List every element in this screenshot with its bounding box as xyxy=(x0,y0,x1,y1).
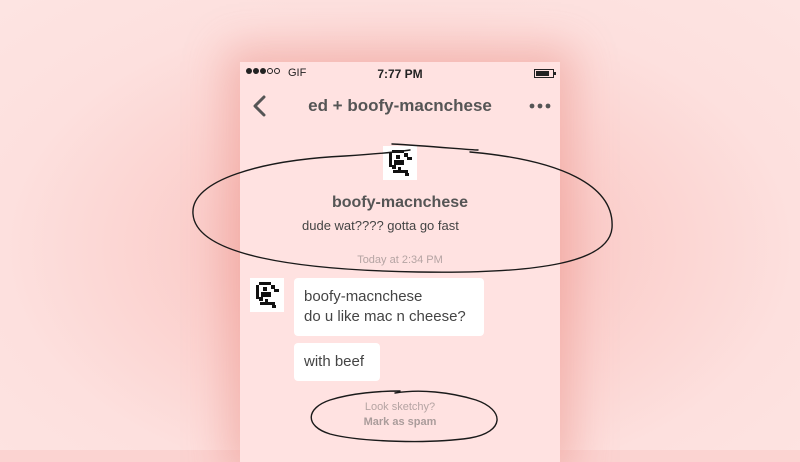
spam-prompt: Look sketchy? Mark as spam xyxy=(240,401,560,428)
message-sender: boofy-macnchese xyxy=(304,288,423,305)
mark-as-spam-link[interactable]: Mark as spam xyxy=(364,416,437,428)
profile-bio: dude wat???? gotta go fast xyxy=(302,218,459,233)
back-button[interactable] xyxy=(248,92,274,120)
pixel-duck-avatar-icon xyxy=(256,282,279,308)
message-text: with beef xyxy=(304,353,365,370)
phone-screen: GIF 7:77 PM ed + boofy-macnchese boofy-m… xyxy=(240,62,560,462)
chevron-left-icon xyxy=(253,95,266,117)
message-bubble[interactable]: with beef xyxy=(294,343,380,381)
profile-name: boofy-macnchese xyxy=(331,194,469,211)
spam-question: Look sketchy? xyxy=(364,401,436,413)
message-timestamp: Today at 2:34 PM xyxy=(357,254,443,266)
pixel-duck-avatar-icon xyxy=(389,150,412,176)
battery-icon xyxy=(534,69,556,78)
conversation-header: ed + boofy-macnchese xyxy=(240,86,560,126)
message-bubble[interactable]: boofy-macnchese do u like mac n cheese? xyxy=(294,278,484,336)
profile-avatar[interactable] xyxy=(383,146,417,180)
message-text: do u like mac n cheese? xyxy=(304,308,466,325)
more-options-button[interactable] xyxy=(528,96,552,116)
conversation-title: ed + boofy-macnchese xyxy=(308,96,492,115)
ellipsis-icon xyxy=(529,103,551,109)
status-bar: GIF 7:77 PM xyxy=(240,62,560,86)
status-time: 7:77 PM xyxy=(377,67,423,81)
sender-avatar[interactable] xyxy=(250,278,284,312)
